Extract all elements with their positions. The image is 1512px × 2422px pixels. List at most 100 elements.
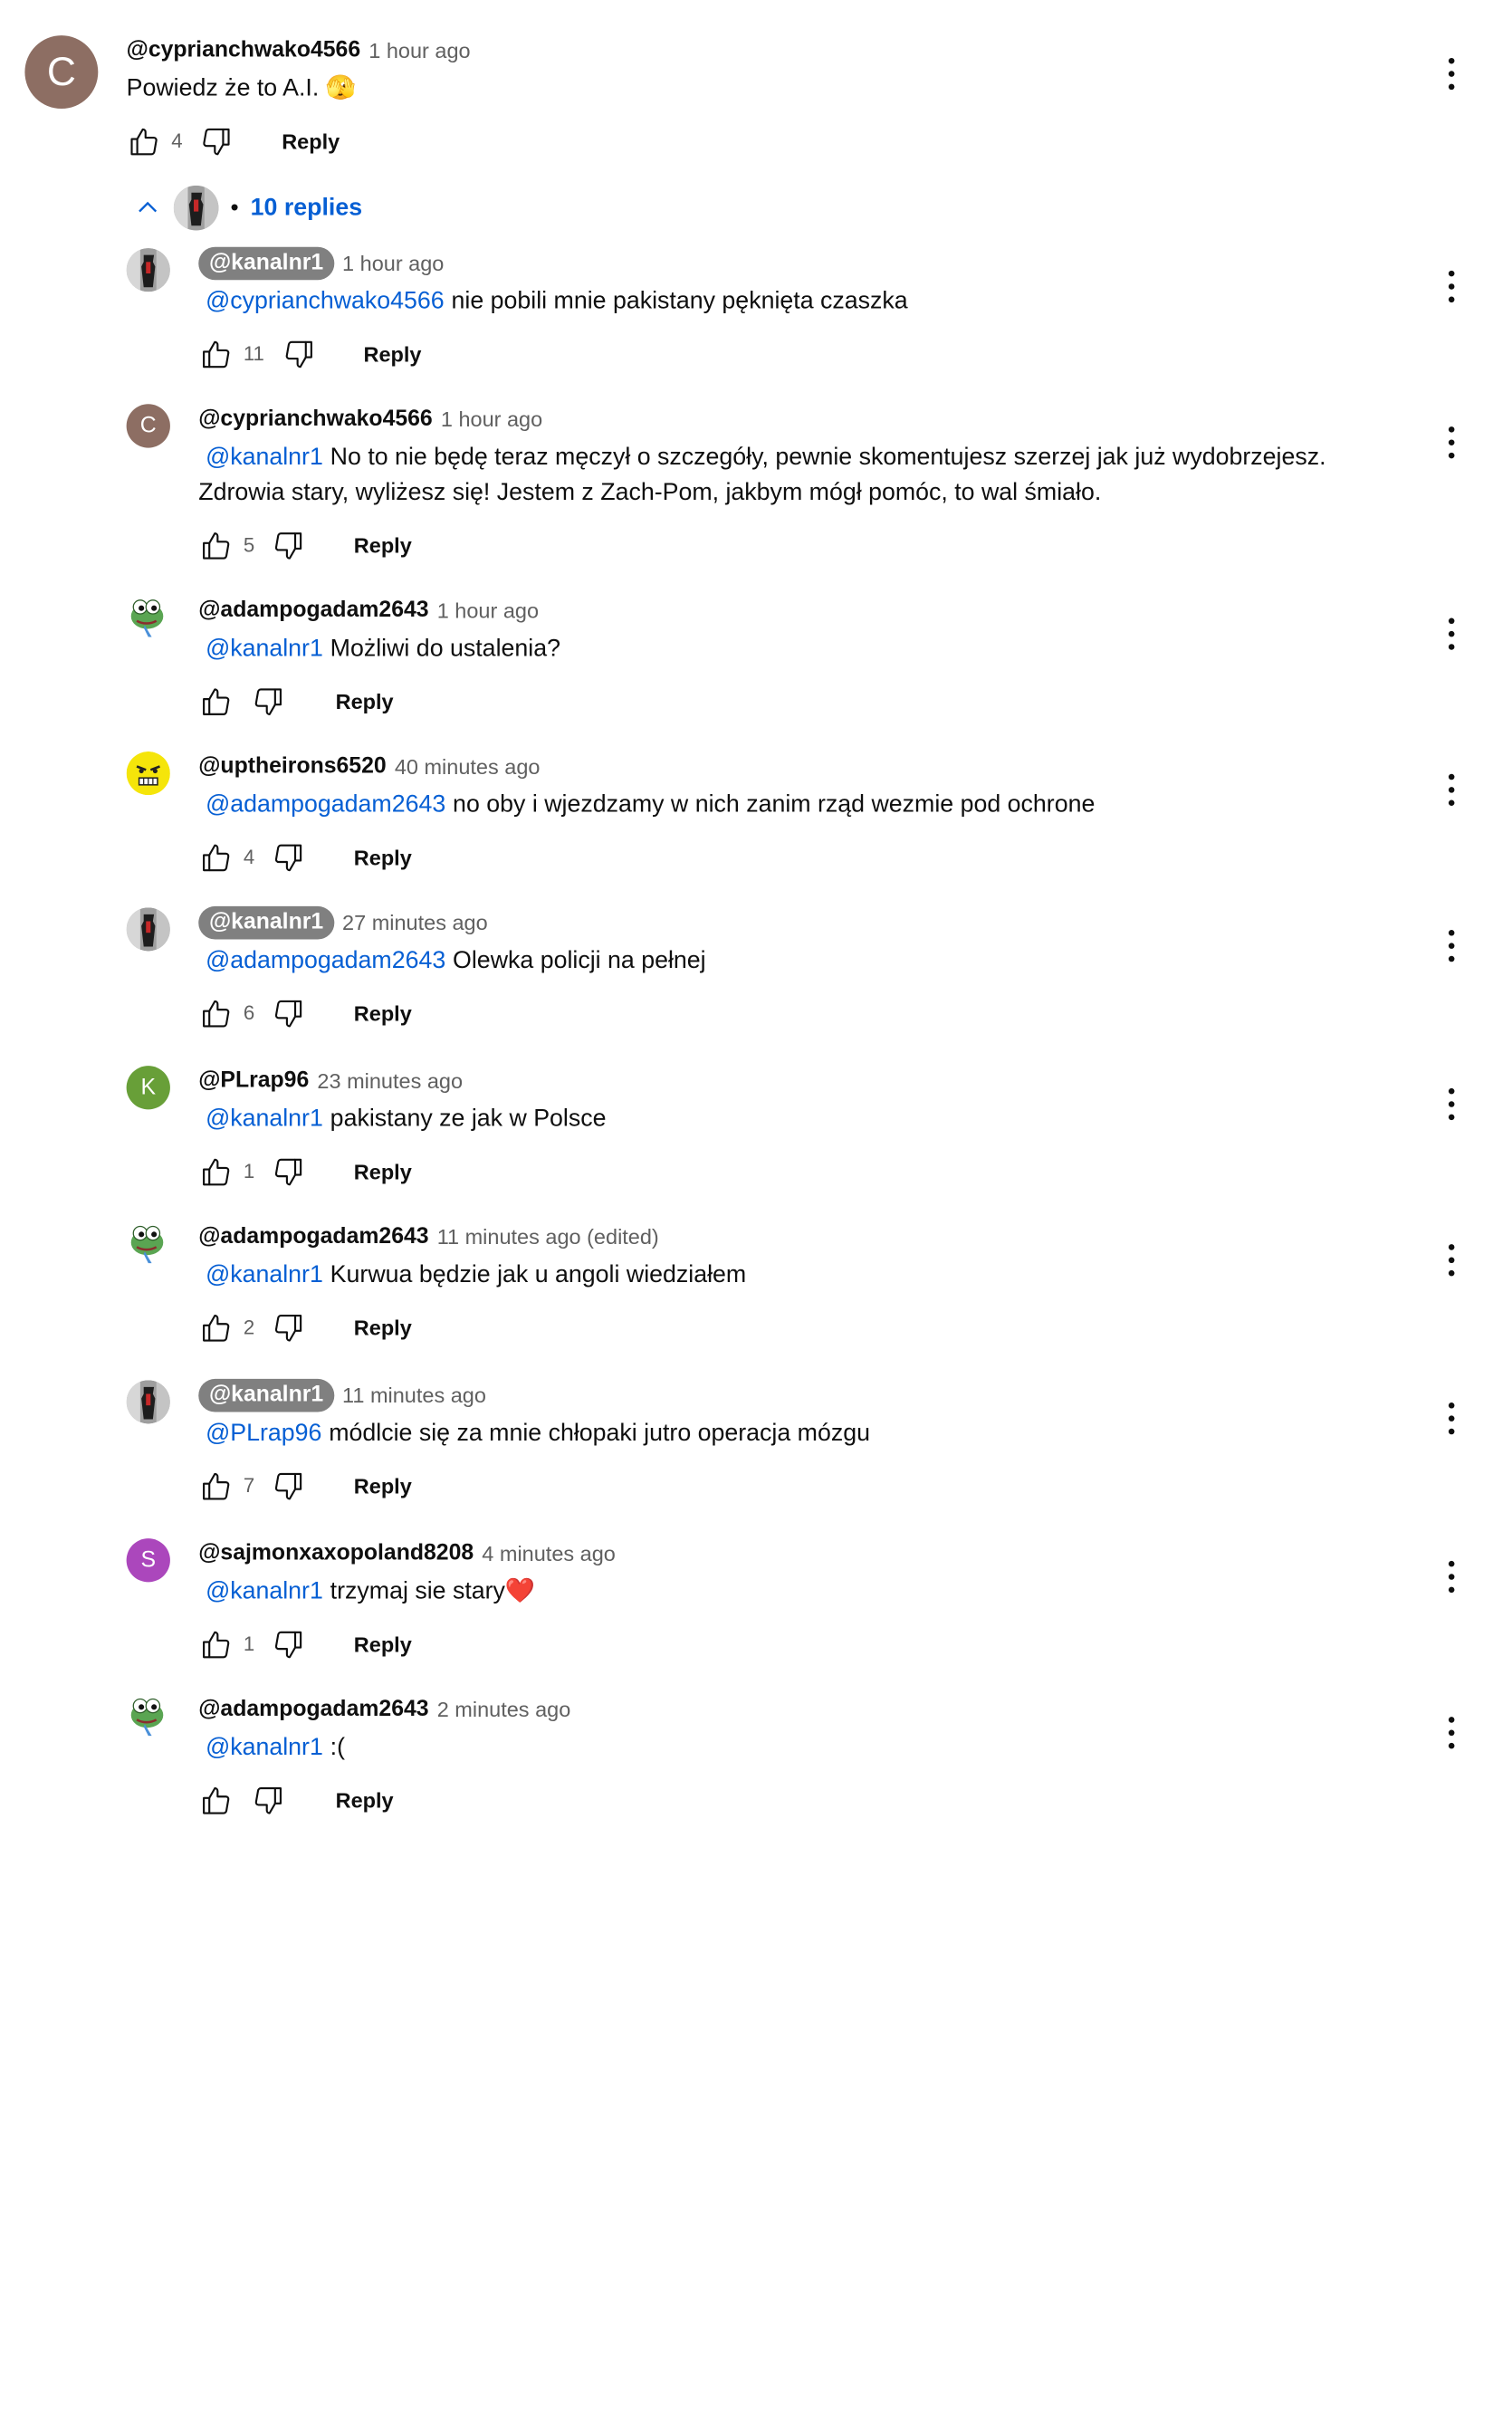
- comment-author[interactable]: @adampogadam2643: [198, 1697, 428, 1723]
- dislike-button[interactable]: [271, 996, 306, 1031]
- comment-actions: 2 Reply: [198, 1305, 1418, 1352]
- comment-author[interactable]: @uptheirons6520: [198, 754, 386, 780]
- reply-button[interactable]: Reply: [354, 1632, 412, 1657]
- comment-author[interactable]: @cyprianchwako4566: [198, 407, 432, 433]
- dislike-button[interactable]: [271, 1154, 306, 1190]
- comment-text: @kanalnr1 Kurwua będzie jak u angoli wied…: [198, 1258, 1418, 1293]
- like-button[interactable]: [198, 1469, 234, 1504]
- like-button[interactable]: [198, 528, 234, 563]
- avatar[interactable]: [127, 1221, 170, 1265]
- more-actions-button[interactable]: [1437, 418, 1465, 465]
- mention-link[interactable]: @kanalnr1: [206, 1733, 323, 1760]
- comment-author[interactable]: @kanalnr1: [198, 1378, 334, 1412]
- comment-author[interactable]: @adampogadam2643: [198, 1224, 428, 1250]
- mention-link[interactable]: @kanalnr1: [206, 443, 323, 470]
- like-button[interactable]: [198, 1310, 234, 1345]
- comment-actions: 11 Reply: [198, 330, 1418, 378]
- reply-button[interactable]: Reply: [354, 846, 412, 870]
- comment-time[interactable]: 40 minutes ago: [395, 754, 541, 779]
- mention-link[interactable]: @kanalnr1: [206, 1105, 323, 1132]
- mention-link[interactable]: @adampogadam2643: [206, 790, 445, 818]
- mention-link[interactable]: @kanalnr1: [206, 1577, 323, 1604]
- like-button[interactable]: [198, 1154, 234, 1190]
- comment-author[interactable]: @kanalnr1: [198, 905, 334, 940]
- more-vert-icon: [1448, 617, 1454, 624]
- more-actions-button[interactable]: [1437, 263, 1465, 310]
- more-vert-dot: [1448, 1269, 1454, 1276]
- comment-time[interactable]: 11 minutes ago: [342, 1383, 486, 1408]
- reply-button[interactable]: Reply: [354, 1316, 412, 1340]
- dislike-button[interactable]: [199, 124, 234, 159]
- like-button[interactable]: [198, 684, 234, 720]
- mention-link[interactable]: @kanalnr1: [206, 1260, 323, 1288]
- like-count: 7: [243, 1474, 255, 1498]
- reply-button[interactable]: Reply: [336, 689, 394, 713]
- like-button[interactable]: [198, 840, 234, 876]
- avatar[interactable]: [126, 907, 170, 952]
- avatar[interactable]: C: [126, 404, 170, 448]
- more-actions-button[interactable]: [1437, 1236, 1465, 1283]
- like-button[interactable]: [127, 124, 162, 159]
- comment-actions: 7 Reply: [198, 1463, 1418, 1510]
- avatar[interactable]: S: [126, 1538, 170, 1583]
- avatar[interactable]: C: [24, 35, 99, 110]
- more-vert-icon: [1448, 1716, 1454, 1723]
- avatar[interactable]: [126, 751, 170, 796]
- more-actions-button[interactable]: [1437, 1709, 1465, 1756]
- mention-link[interactable]: @PLrap96: [206, 1419, 321, 1446]
- comment-author[interactable]: @adampogadam2643: [198, 598, 428, 624]
- mention-link[interactable]: @cyprianchwako4566: [206, 287, 445, 314]
- dislike-button[interactable]: [271, 1469, 306, 1504]
- comment-text-content: módlcie się za mnie chłopaki jutro opera…: [329, 1419, 870, 1447]
- mention-link[interactable]: @adampogadam2643: [206, 946, 445, 973]
- more-actions-button[interactable]: [1437, 609, 1465, 656]
- comment-time[interactable]: 1 hour ago: [342, 251, 444, 275]
- like-count: 1: [243, 1160, 255, 1183]
- comment-time[interactable]: 1 hour ago: [437, 598, 539, 623]
- replies-toggle[interactable]: • 10 replies: [133, 185, 362, 231]
- comment-time[interactable]: 4 minutes ago: [482, 1541, 616, 1565]
- comment-time[interactable]: 2 minutes ago: [437, 1698, 571, 1722]
- reply-button[interactable]: Reply: [354, 1160, 412, 1184]
- like-button[interactable]: [198, 1627, 234, 1662]
- dislike-button[interactable]: [251, 1783, 286, 1818]
- more-actions-button[interactable]: [1437, 766, 1465, 813]
- avatar[interactable]: [126, 248, 170, 292]
- reply-button[interactable]: Reply: [282, 129, 340, 154]
- more-actions-button[interactable]: [1437, 1394, 1465, 1441]
- more-actions-button[interactable]: [1437, 922, 1465, 969]
- like-button[interactable]: [198, 337, 234, 372]
- like-button[interactable]: [198, 1783, 234, 1818]
- avatar[interactable]: K: [126, 1066, 170, 1110]
- comment-time[interactable]: 11 minutes ago (edited): [437, 1225, 659, 1249]
- comment-author[interactable]: @kanalnr1: [198, 246, 334, 281]
- dislike-button[interactable]: [271, 840, 306, 876]
- comment-author[interactable]: @sajmonxaxopoland8208: [198, 1541, 474, 1567]
- reply-button[interactable]: Reply: [354, 1001, 412, 1026]
- reply-button[interactable]: Reply: [363, 342, 421, 367]
- replies-count[interactable]: 10 replies: [251, 194, 362, 222]
- dislike-button[interactable]: [271, 1627, 306, 1662]
- reply-button[interactable]: Reply: [336, 1788, 394, 1813]
- more-vert-dot: [1448, 786, 1454, 793]
- reply-button[interactable]: Reply: [354, 533, 412, 558]
- comment-time[interactable]: 1 hour ago: [441, 407, 542, 432]
- avatar[interactable]: [127, 1694, 170, 1738]
- more-actions-button[interactable]: [1437, 50, 1465, 97]
- comment-author[interactable]: @cyprianchwako4566: [127, 38, 360, 64]
- comment-author[interactable]: @PLrap96: [198, 1068, 309, 1095]
- avatar[interactable]: [126, 1380, 170, 1424]
- comment-time[interactable]: 27 minutes ago: [342, 911, 488, 935]
- more-actions-button[interactable]: [1437, 1553, 1465, 1600]
- dislike-button[interactable]: [251, 684, 286, 720]
- dislike-button[interactable]: [281, 337, 316, 372]
- more-actions-button[interactable]: [1437, 1080, 1465, 1127]
- like-button[interactable]: [198, 996, 234, 1031]
- comment-time[interactable]: 1 hour ago: [368, 38, 470, 62]
- reply-button[interactable]: Reply: [354, 1474, 412, 1498]
- mention-link[interactable]: @kanalnr1: [206, 635, 323, 662]
- comment-time[interactable]: 23 minutes ago: [317, 1068, 463, 1093]
- dislike-button[interactable]: [271, 1310, 306, 1345]
- dislike-button[interactable]: [271, 528, 306, 563]
- avatar[interactable]: [127, 596, 170, 639]
